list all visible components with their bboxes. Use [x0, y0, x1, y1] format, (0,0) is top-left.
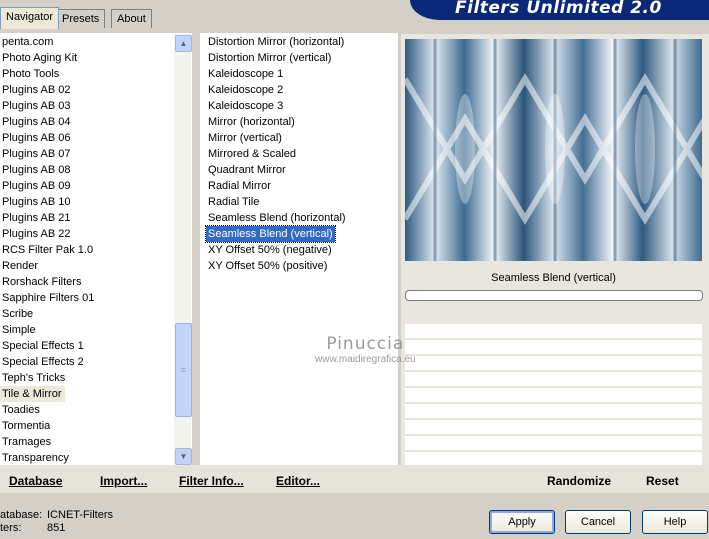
editor-button[interactable]: Editor... [276, 474, 320, 488]
category-item[interactable]: Plugins AB 06 [0, 130, 192, 146]
preview-image [405, 39, 702, 261]
category-item[interactable]: Special Effects 1 [0, 338, 192, 354]
param-field-9[interactable] [405, 451, 702, 466]
randomize-button[interactable]: Randomize [547, 474, 611, 488]
filter-item[interactable]: Mirrored & Scaled [206, 146, 398, 162]
category-item[interactable]: Plugins AB 21 [0, 210, 192, 226]
category-item[interactable]: Tormentia [0, 418, 192, 434]
filter-item[interactable]: Seamless Blend (vertical) [205, 225, 336, 243]
database-button[interactable]: Database [9, 474, 62, 488]
tab-about[interactable]: About [111, 9, 152, 28]
import-button[interactable]: Import... [100, 474, 147, 488]
param-field-1[interactable] [405, 323, 702, 338]
arrow-up-icon[interactable]: ▲ [175, 35, 192, 52]
category-item[interactable]: Special Effects 2 [0, 354, 192, 370]
help-button[interactable]: Help [642, 510, 708, 534]
category-item[interactable]: Tramages [0, 434, 192, 450]
filter-panel: Distortion Mirror (horizontal) Distortion… [200, 33, 398, 465]
apply-button[interactable]: Apply [489, 510, 555, 534]
category-item[interactable]: Photo Aging Kit [0, 50, 192, 66]
param-field-2[interactable] [405, 339, 702, 354]
filter-item[interactable]: Kaleidoscope 1 [206, 66, 398, 82]
preview-pattern [405, 39, 702, 261]
category-item[interactable]: Plugins AB 03 [0, 98, 192, 114]
filter-item[interactable]: Mirror (vertical) [206, 130, 398, 146]
category-item[interactable]: RCS Filter Pak 1.0 [0, 242, 192, 258]
category-item[interactable]: Plugins AB 08 [0, 162, 192, 178]
category-item[interactable]: Plugins AB 02 [0, 82, 192, 98]
filter-item[interactable]: Distortion Mirror (horizontal) [206, 34, 398, 50]
category-item[interactable]: Plugins AB 07 [0, 146, 192, 162]
watermark-name: Pinuccia [326, 334, 405, 354]
filter-item[interactable]: XY Offset 50% (positive) [206, 258, 398, 274]
category-panel: penta.com Photo Aging Kit Photo Tools Plugi… [0, 33, 192, 465]
category-item[interactable]: Plugins AB 09 [0, 178, 192, 194]
category-item[interactable]: Scribe [0, 306, 192, 322]
category-item[interactable]: Toadies [0, 402, 192, 418]
filter-item[interactable]: Seamless Blend (horizontal) [206, 210, 398, 226]
category-item[interactable]: Transparency [0, 450, 192, 466]
tab-navigator[interactable]: Navigator [0, 7, 60, 29]
category-item[interactable]: penta.com [0, 34, 192, 50]
category-item[interactable]: Sapphire Filters 01 [0, 290, 192, 306]
category-item[interactable]: Simple [0, 322, 192, 338]
filter-item[interactable]: XY Offset 50% (negative) [206, 242, 398, 258]
category-item[interactable]: Plugins AB 10 [0, 194, 192, 210]
reset-button[interactable]: Reset [646, 474, 679, 488]
app-title: Filters Unlimited 2.0 [455, 0, 662, 18]
param-field-7[interactable] [405, 419, 702, 434]
param-field-5[interactable] [405, 387, 702, 402]
watermark-url: www.maidiregrafica.eu [315, 354, 416, 365]
filter-item[interactable]: Distortion Mirror (vertical) [206, 50, 398, 66]
category-item[interactable]: Teph's Tricks [0, 370, 192, 386]
filter-list[interactable]: Distortion Mirror (horizontal) Distortion… [200, 33, 398, 274]
param-field-6[interactable] [405, 403, 702, 418]
param-field-4[interactable] [405, 371, 702, 386]
filter-count-label: ters: [0, 522, 22, 534]
category-item[interactable]: Plugins AB 04 [0, 114, 192, 130]
database-status-label: atabase: [0, 509, 43, 521]
database-status-value: ICNET-Filters [47, 509, 113, 521]
category-list[interactable]: penta.com Photo Aging Kit Photo Tools Plugi… [0, 33, 192, 466]
category-item[interactable]: Render [0, 258, 192, 274]
progress-bar [405, 290, 703, 301]
category-item[interactable]: Rorshack Filters [0, 274, 192, 290]
filter-item[interactable]: Kaleidoscope 3 [206, 98, 398, 114]
preview-filter-name: Seamless Blend (vertical) [405, 267, 702, 289]
cancel-button[interactable]: Cancel [565, 510, 631, 534]
param-field-3[interactable] [405, 355, 702, 370]
filter-item[interactable]: Mirror (horizontal) [206, 114, 398, 130]
category-item[interactable]: Tile & Mirror [0, 386, 66, 402]
filter-count-value: 851 [47, 522, 66, 534]
tab-presets[interactable]: Presets [56, 9, 106, 28]
scrollbar-thumb[interactable]: ≡ [175, 323, 192, 417]
filter-item[interactable]: Radial Tile [206, 194, 398, 210]
param-field-8[interactable] [405, 435, 702, 450]
watermark: Pinuccia www.maidiregrafica.eu [315, 334, 416, 365]
arrow-down-icon[interactable]: ▼ [175, 448, 192, 465]
filter-item[interactable]: Quadrant Mirror [206, 162, 398, 178]
filter-item[interactable]: Kaleidoscope 2 [206, 82, 398, 98]
filter-item[interactable]: Radial Mirror [206, 178, 398, 194]
filter-info-button[interactable]: Filter Info... [179, 474, 244, 488]
category-item[interactable]: Photo Tools [0, 66, 192, 82]
category-item[interactable]: Plugins AB 22 [0, 226, 192, 242]
